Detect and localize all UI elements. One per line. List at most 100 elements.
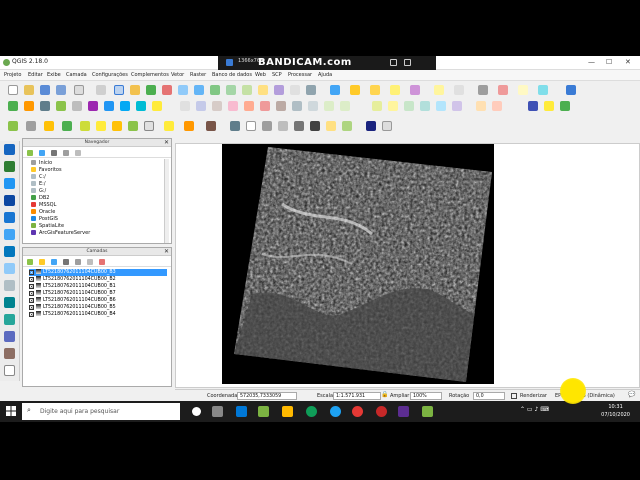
open-project-icon[interactable] (24, 85, 34, 95)
layer-visibility-checkbox[interactable]: ✕ (29, 291, 34, 296)
scp-roi-icon[interactable] (44, 121, 54, 131)
layer-visibility-checkbox[interactable]: ✕ (29, 277, 34, 282)
scp-layer-icon[interactable] (206, 121, 216, 131)
menu-raster[interactable]: Raster (190, 72, 206, 78)
layer-row[interactable]: ✕ LT52180762011104CUB00_B5 (29, 304, 167, 311)
camera-icon[interactable] (390, 59, 397, 66)
zoom-selection-icon[interactable] (210, 85, 220, 95)
menu-processar[interactable]: Processar (288, 72, 312, 78)
help-icon[interactable] (566, 85, 576, 95)
add-vector-layer-icon[interactable] (4, 161, 15, 172)
magnify-field[interactable]: 100% (410, 392, 442, 400)
identify-icon[interactable] (330, 85, 340, 95)
menu-scp[interactable]: SCP (272, 72, 282, 78)
collapse-all-icon[interactable] (63, 150, 69, 156)
collapse-all-icon[interactable] (87, 259, 93, 265)
node-tool-icon[interactable] (244, 101, 254, 111)
browser-item-postgis[interactable]: PostGIS (31, 216, 58, 223)
browser-item-c[interactable]: C:/ (31, 174, 46, 181)
label-icon[interactable] (372, 101, 382, 111)
chrome-icon[interactable] (352, 406, 363, 417)
add-group-icon[interactable] (39, 259, 45, 265)
python-console-icon[interactable] (476, 101, 486, 111)
add-wcs-layer-icon[interactable] (4, 246, 15, 257)
minimize-button[interactable]: — (588, 58, 595, 66)
scp-std-icon[interactable] (278, 121, 288, 131)
scp-stretch-icon[interactable] (262, 121, 272, 131)
add-selected-icon[interactable] (27, 150, 33, 156)
add-wms-icon[interactable] (104, 101, 114, 111)
expand-all-icon[interactable] (75, 259, 81, 265)
pan-icon[interactable] (114, 85, 124, 95)
menu-exibe[interactable]: Exibe (47, 72, 61, 78)
map-canvas[interactable] (175, 143, 640, 388)
maximize-button[interactable]: ☐ (606, 58, 612, 66)
menu-banco-de-dados[interactable]: Banco de dados (212, 72, 252, 78)
copy-features-icon[interactable] (292, 101, 302, 111)
scp-settings-icon[interactable] (112, 121, 122, 131)
menu-ajuda[interactable]: Ajuda (318, 72, 332, 78)
menu-web[interactable]: Web (255, 72, 266, 78)
show-hide-labels-icon[interactable] (436, 101, 446, 111)
zoom-full-icon[interactable] (178, 85, 188, 95)
minimize-recorder-icon[interactable] (416, 59, 423, 66)
scp-rgb-icon[interactable] (230, 121, 240, 131)
add-oracle-icon[interactable] (88, 101, 98, 111)
browser-item-e[interactable]: E:/ (31, 181, 46, 188)
change-label-icon[interactable] (420, 101, 430, 111)
render-checkbox[interactable] (511, 393, 517, 399)
scp-toolbar-icon[interactable] (8, 121, 18, 131)
close-panel-icon[interactable]: ✕ (164, 139, 169, 146)
text-annotation-icon[interactable] (538, 85, 548, 95)
layer-row[interactable]: ✕ LT52180762011104CUB00_B3 (29, 269, 167, 276)
add-gpx-icon[interactable] (4, 365, 15, 376)
browser-item-inicio[interactable]: Início (31, 160, 52, 167)
tray-icons[interactable]: ⌃ ▭ ♪ ⌨ (520, 406, 549, 413)
sum-icon[interactable] (478, 85, 488, 95)
taskbar-search-box[interactable]: ⌕ Digite aqui para pesquisar (22, 403, 180, 420)
browser-item-favoritos[interactable]: Favoritos (31, 167, 62, 174)
new-bookmark-icon[interactable] (274, 85, 284, 95)
browser-scrollbar[interactable] (164, 159, 169, 243)
task-view-icon[interactable] (212, 406, 223, 417)
save-as-icon[interactable] (56, 85, 66, 95)
coordinate-field[interactable]: 572035,7333059 (237, 392, 297, 400)
statistics-icon[interactable] (454, 85, 464, 95)
paste-features-icon[interactable] (308, 101, 318, 111)
menu-vetor[interactable]: Vetor (171, 72, 184, 78)
georeferencer-icon[interactable] (560, 101, 570, 111)
python-icon[interactable] (528, 101, 538, 111)
browser-icon[interactable] (4, 144, 15, 155)
processing-icon[interactable] (544, 101, 554, 111)
add-oracle-layer-icon[interactable] (4, 314, 15, 325)
delete-selected-icon[interactable] (260, 101, 270, 111)
pan-to-selection-icon[interactable] (130, 85, 140, 95)
system-clock[interactable]: 10:31 07/10/2020 (601, 403, 630, 419)
zoom-next-icon[interactable] (242, 85, 252, 95)
move-feature-icon[interactable] (228, 101, 238, 111)
browser-item-oracle[interactable]: Oracle (31, 209, 55, 216)
plugin-icon[interactable] (492, 101, 502, 111)
edge-icon[interactable] (306, 406, 317, 417)
layer-visibility-checkbox[interactable]: ✕ (29, 312, 34, 317)
scp-view-icon[interactable] (246, 121, 256, 131)
add-wcs-icon[interactable] (120, 101, 130, 111)
browser-item-db2[interactable]: DB2 (31, 195, 49, 202)
measure-icon[interactable] (498, 85, 508, 95)
browser-item-g[interactable]: G:/ (31, 188, 46, 195)
grid-icon[interactable] (144, 121, 154, 131)
pin-icon[interactable] (226, 59, 233, 66)
menu-projeto[interactable]: Projeto (4, 72, 21, 78)
messages-icon[interactable]: 💬 (628, 391, 635, 398)
scp-band-set-icon[interactable] (128, 121, 138, 131)
menu-editar[interactable]: Editar (28, 72, 43, 78)
zoom-in-icon[interactable] (146, 85, 156, 95)
browser-icon[interactable] (330, 406, 341, 417)
scp-classification-icon[interactable] (184, 121, 194, 131)
file-explorer-icon[interactable] (282, 406, 293, 417)
teams-icon[interactable] (398, 406, 409, 417)
deselect-icon[interactable] (370, 85, 380, 95)
add-delimited-text-icon[interactable] (4, 280, 15, 291)
save-edits-icon[interactable] (196, 101, 206, 111)
add-db2-layer-icon[interactable] (4, 348, 15, 359)
